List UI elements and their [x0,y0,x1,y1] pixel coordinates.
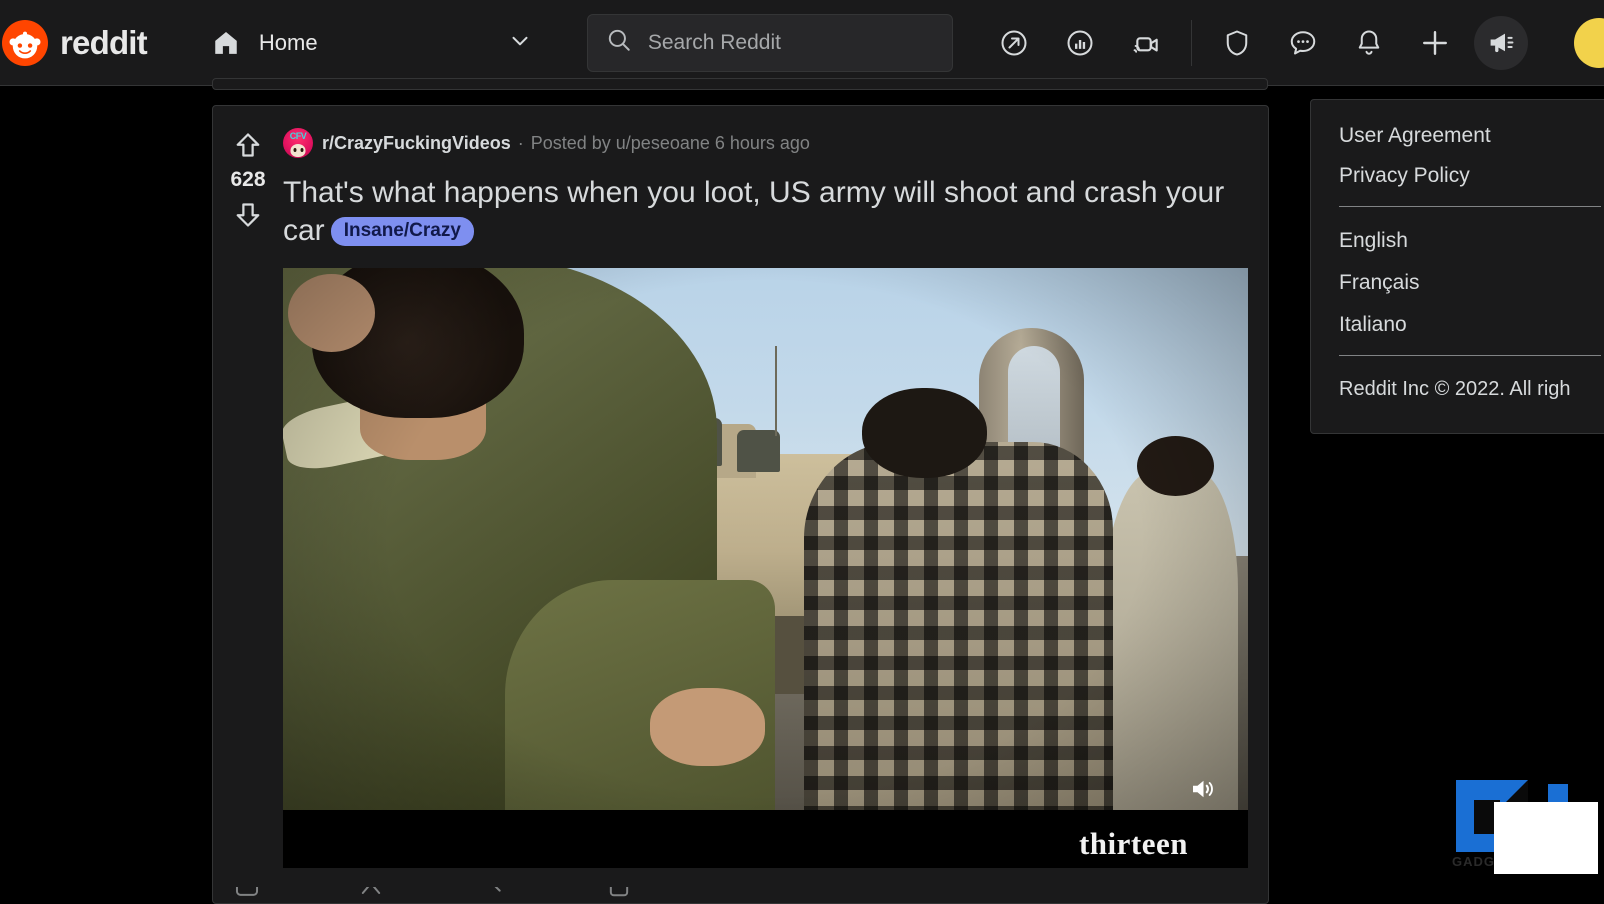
vote-score: 628 [230,168,266,191]
post-author-timestamp[interactable]: Posted by u/peseoane 6 hours ago [531,133,810,154]
reddit-snoo-icon [2,19,48,66]
sidebar-divider-top [1339,206,1601,207]
plus-icon[interactable] [1408,16,1462,70]
video-vignette [283,268,1248,869]
meta-separator: · [517,132,524,153]
chevron-down-icon [507,27,533,58]
search-bar[interactable] [586,13,953,72]
share-icon[interactable] [481,887,509,903]
sidebar-link-user-agreement[interactable]: User Agreement [1339,124,1601,148]
live-video-icon[interactable] [1119,16,1173,70]
vote-column: 628 [213,106,283,903]
sidebar-language-francais[interactable]: Français [1339,271,1601,295]
user-avatar[interactable] [1574,17,1604,68]
sidebar-language-italiano[interactable]: Italiano [1339,313,1601,337]
post-action-bar [213,877,1268,903]
top-navigation-bar: reddit Home [0,0,1604,86]
subreddit-avatar[interactable]: CFV [283,128,313,158]
home-label: Home [258,29,318,55]
home-icon [209,26,243,60]
post-flair-badge[interactable]: Insane/Crazy [330,217,474,247]
comment-icon[interactable] [233,887,261,903]
popular-icon[interactable] [1053,16,1107,70]
bell-icon[interactable] [1342,16,1396,70]
video-scene [283,268,1248,869]
subreddit-link[interactable]: r/CrazyFuckingVideos [322,133,511,154]
post-title[interactable]: That's what happens when you loot, US ar… [283,174,1268,250]
award-icon[interactable] [357,887,385,903]
sidebar-divider-bottom [1339,355,1601,356]
sidebar-footer-card: User Agreement Privacy Policy English Fr… [1310,99,1604,434]
subreddit-avatar-face [290,144,306,157]
megaphone-icon[interactable] [1473,15,1528,70]
downvote-arrow-icon[interactable] [227,194,269,236]
post-video-player[interactable]: thirteen [283,268,1248,869]
volume-on-icon[interactable] [1186,772,1220,806]
reddit-logo-link[interactable]: reddit [0,0,148,85]
sidebar-copyright: Reddit Inc © 2022. All righ [1339,378,1571,400]
watermark-white-block [1494,802,1598,874]
post-meta: CFV r/CrazyFuckingVideos · Posted by u/p… [283,128,1268,158]
previous-post-card-peek[interactable] [212,78,1268,90]
shield-icon[interactable] [1210,16,1264,70]
video-watermark: thirteen [1078,826,1188,862]
trending-icon[interactable] [987,16,1041,70]
header-divider [1190,19,1192,66]
header-icon-group [981,0,1604,85]
post-card: 628 CFV r/CrazyFuckingVideos · Posted by… [212,105,1269,904]
upvote-arrow-icon[interactable] [227,124,269,166]
sidebar-language-english[interactable]: English [1339,229,1601,253]
search-icon [606,27,632,58]
main-content-area: 628 CFV r/CrazyFuckingVideos · Posted by… [0,78,1604,904]
save-icon[interactable] [605,887,633,903]
subreddit-avatar-text: CFV [289,131,307,141]
gadgets-watermark: GADGETS [1438,774,1598,874]
post-body: CFV r/CrazyFuckingVideos · Posted by u/p… [235,106,1268,903]
reddit-wordmark: reddit [60,23,148,61]
sidebar-link-privacy-policy[interactable]: Privacy Policy [1339,164,1601,188]
search-input[interactable] [647,30,934,55]
home-dropdown-button[interactable]: Home [199,16,539,70]
chat-icon[interactable] [1276,16,1330,70]
